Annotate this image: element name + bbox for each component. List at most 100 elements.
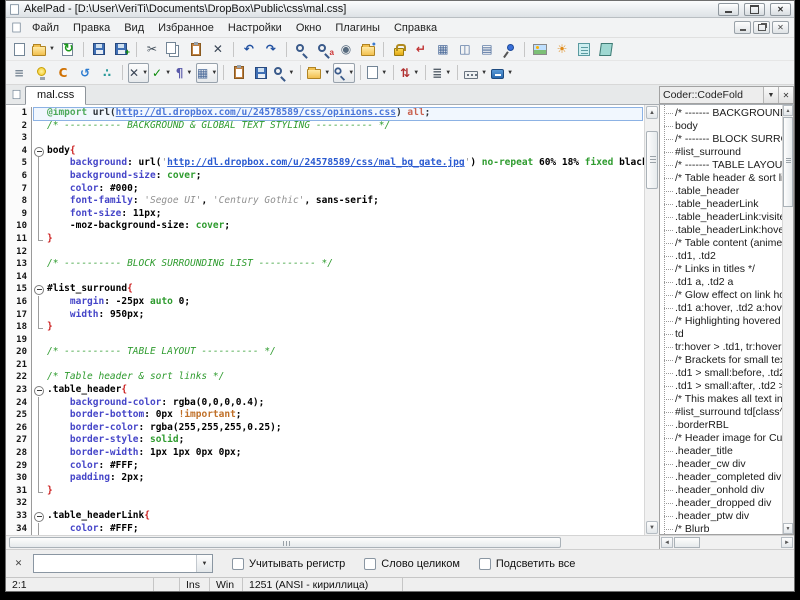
code-line-5[interactable]: 5 background: url('http://dl.dropbox.com… xyxy=(6,157,644,170)
clipboard-plugin-button[interactable] xyxy=(229,63,249,83)
minimize-button[interactable] xyxy=(718,3,739,16)
tree-item[interactable]: .borderRBL xyxy=(660,419,782,432)
code-line-34[interactable]: 34 color: #FFF; xyxy=(6,523,644,535)
code-line-33[interactable]: 33.table_headerLink{ xyxy=(6,510,644,523)
editor-vscroll-thumb[interactable] xyxy=(646,131,658,189)
tree-item[interactable]: .table_headerLink xyxy=(660,198,782,211)
editor-horizontal-scrollbar[interactable] xyxy=(6,535,659,549)
checkbox[interactable] xyxy=(364,558,376,570)
code-line-16[interactable]: 16 margin: -25px auto 0; xyxy=(6,296,644,309)
tree-item[interactable]: /* Table header & sort links xyxy=(660,172,782,185)
dropdown-arrow-icon[interactable]: ▼ xyxy=(211,70,217,76)
word-wrap-button[interactable]: ↵ xyxy=(411,39,431,59)
tab-mal-css[interactable]: mal.css xyxy=(25,86,86,105)
tree-item[interactable]: .header_ptw div xyxy=(660,510,782,523)
code-line-7[interactable]: 7 color: #000; xyxy=(6,183,644,196)
code-line-13[interactable]: 13/* ---------- BLOCK SURROUNDING LIST -… xyxy=(6,258,644,271)
code-line-31[interactable]: 31} xyxy=(6,485,644,498)
notes-pad-button[interactable] xyxy=(574,39,594,59)
menu-Вид[interactable]: Вид xyxy=(117,19,151,37)
paste-button[interactable] xyxy=(186,39,206,59)
dropdown-arrow-icon[interactable]: ▼ xyxy=(186,70,192,76)
fold-collapse-icon[interactable] xyxy=(32,145,45,158)
search-close-icon[interactable]: ✕ xyxy=(11,556,26,571)
tree-item[interactable]: /* ------- BACKGROUND & xyxy=(660,107,782,120)
dropdown-arrow-icon[interactable]: ▼ xyxy=(288,70,294,76)
search-dropdown-icon[interactable]: ▼ xyxy=(196,555,212,572)
dropdown-arrow-icon[interactable]: ▼ xyxy=(348,70,354,76)
menu-Правка[interactable]: Правка xyxy=(66,19,117,37)
fold-collapse-icon[interactable] xyxy=(32,283,45,296)
code-line-9[interactable]: 9 font-size: 11px; xyxy=(6,208,644,221)
mdi-close-button[interactable] xyxy=(772,21,789,34)
read-only-lock-button[interactable] xyxy=(389,39,409,59)
code-line-22[interactable]: 22/* Table header & sort links */ xyxy=(6,371,644,384)
menu-Справка[interactable]: Справка xyxy=(387,19,444,37)
dropdown-arrow-icon[interactable]: ▼ xyxy=(381,70,387,76)
tree-item[interactable]: #list_surround td[class^='td' xyxy=(660,406,782,419)
menu-Избранное[interactable]: Избранное xyxy=(151,19,221,37)
split-horizontal-button[interactable]: ▤ xyxy=(477,39,497,59)
tree-item[interactable]: /* Highlighting hovered row xyxy=(660,315,782,328)
fold-collapse-icon[interactable] xyxy=(32,384,45,397)
code-line-19[interactable]: 19 xyxy=(6,334,644,347)
code-line-12[interactable]: 12 xyxy=(6,246,644,259)
minimize-to-tray-button[interactable]: ▼ xyxy=(490,63,514,83)
code-line-2[interactable]: 2/* ---------- BACKGROUND & GLOBAL TEXT … xyxy=(6,120,644,133)
panel-scroll-left-icon[interactable]: ◄ xyxy=(661,537,673,548)
pin-always-on-top-button[interactable] xyxy=(499,39,519,59)
editor-vertical-scrollbar[interactable]: ▲ ▼ xyxy=(644,105,659,535)
scroll-down-icon[interactable]: ▼ xyxy=(646,521,658,534)
code-line-3[interactable]: 3 xyxy=(6,132,644,145)
code-line-28[interactable]: 28 border-width: 1px 1px 0px 0px; xyxy=(6,447,644,460)
tree-item[interactable]: .header_dropped div xyxy=(660,497,782,510)
dropdown-arrow-icon[interactable]: ▼ xyxy=(445,70,451,76)
checkbox[interactable] xyxy=(479,558,491,570)
code-line-6[interactable]: 6 background-size: cover; xyxy=(6,170,644,183)
split-vertical-button[interactable]: ◫ xyxy=(455,39,475,59)
dropdown-arrow-icon[interactable]: ▼ xyxy=(142,70,148,76)
code-line-15[interactable]: 15#list_surround{ xyxy=(6,283,644,296)
save-file-as-button[interactable]: + xyxy=(111,39,131,59)
search-input[interactable] xyxy=(34,555,196,572)
show-formatting-marks-button[interactable]: ¶▼ xyxy=(174,63,194,83)
coder-plugin-button[interactable]: C xyxy=(53,63,73,83)
tree-item[interactable]: .header_onhold div xyxy=(660,484,782,497)
tree-vscroll-thumb[interactable] xyxy=(783,117,793,207)
code-line-25[interactable]: 25 border-bottom: 0px !important; xyxy=(6,409,644,422)
code-line-30[interactable]: 30 padding: 2px; xyxy=(6,472,644,485)
tree-item[interactable]: body xyxy=(660,120,782,133)
new-document-button[interactable] xyxy=(9,39,29,59)
tree-item[interactable]: .td1 > small:before, .td2 > sm xyxy=(660,367,782,380)
tree-vertical-scrollbar[interactable]: ▲ ▼ xyxy=(782,105,793,534)
code-line-24[interactable]: 24 background-color: rgba(0,0,0,0.4); xyxy=(6,397,644,410)
tree-item[interactable]: /* Glow effect on link hover xyxy=(660,289,782,302)
code-line-18[interactable]: 18} xyxy=(6,321,644,334)
dropdown-arrow-icon[interactable]: ▼ xyxy=(324,70,330,76)
tree-item[interactable]: /* Brackets for small text like xyxy=(660,354,782,367)
code-line-11[interactable]: 11} xyxy=(6,233,644,246)
code-line-29[interactable]: 29 color: #FFF; xyxy=(6,460,644,473)
code-line-10[interactable]: 10 -moz-background-size: cover; xyxy=(6,220,644,233)
insert-image-button[interactable] xyxy=(530,39,550,59)
menu-Плагины[interactable]: Плагины xyxy=(328,19,387,37)
tree-item[interactable]: .table_header xyxy=(660,185,782,198)
find-button[interactable] xyxy=(292,39,312,59)
symbols-list-button[interactable]: ≣▼ xyxy=(431,63,452,83)
plugin-settings-gear-button[interactable]: ☀ xyxy=(552,39,572,59)
scripts-nodes-button[interactable]: ∴ xyxy=(97,63,117,83)
checkbox[interactable] xyxy=(232,558,244,570)
code-line-8[interactable]: 8 font-family: 'Segoe UI', 'Century Goth… xyxy=(6,195,644,208)
code-line-27[interactable]: 27 border-style: solid; xyxy=(6,434,644,447)
menu-Файл[interactable]: Файл xyxy=(25,19,66,37)
wrap-toggle-button[interactable]: ✕▼ xyxy=(128,63,149,83)
highlight-bulb-button[interactable] xyxy=(31,63,51,83)
quick-search-box-button[interactable]: ▼ xyxy=(333,63,355,83)
tab-list-icon[interactable] xyxy=(6,85,25,104)
spell-check-button[interactable]: ✓▼ xyxy=(151,63,172,83)
tree-item[interactable]: /* Table content (anime title xyxy=(660,237,782,250)
notes-pad-alt-button[interactable] xyxy=(596,39,616,59)
tree-item[interactable]: td xyxy=(660,328,782,341)
code-line-1[interactable]: 1@import url(http://dl.dropbox.com/u/245… xyxy=(6,107,644,120)
tree-item[interactable]: #list_surround xyxy=(660,146,782,159)
